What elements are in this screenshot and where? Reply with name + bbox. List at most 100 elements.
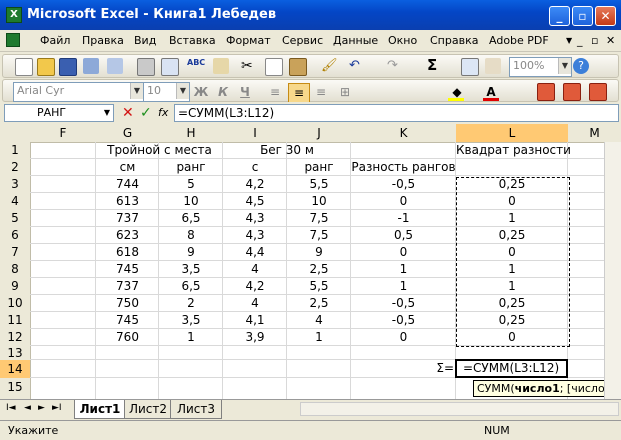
bold-button[interactable]: Ж <box>191 83 211 101</box>
header-triple-jump[interactable]: Тройной с места <box>96 142 223 159</box>
cell-j9[interactable]: 5,5 <box>287 278 351 295</box>
row-header-7[interactable]: 7 <box>0 244 31 262</box>
zoom-select[interactable]: 100% ▼ <box>509 57 572 77</box>
pdf-email-icon[interactable] <box>563 83 581 101</box>
cell-i6[interactable]: 4,3 <box>223 227 287 244</box>
cell-k4[interactable]: 0 <box>351 193 456 210</box>
menu-adobe-pdf[interactable]: Adobe PDF <box>489 34 549 47</box>
cell-i10[interactable]: 4 <box>223 295 287 312</box>
doc-restore-button[interactable]: ▫ <box>591 34 598 47</box>
column-header-k[interactable]: K <box>351 124 457 143</box>
cell-h11[interactable]: 3,5 <box>159 312 223 329</box>
cell-h7[interactable]: 9 <box>159 244 223 261</box>
chevron-down-icon[interactable]: ▼ <box>130 83 143 99</box>
align-left-icon[interactable]: ≡ <box>265 83 285 101</box>
menu-view[interactable]: Вид <box>134 34 156 47</box>
cell-j6[interactable]: 7,5 <box>287 227 351 244</box>
row-header-9[interactable]: 9 <box>0 278 31 296</box>
help-icon[interactable]: ? <box>573 58 589 74</box>
font-size-select[interactable]: 10 ▼ <box>143 82 190 102</box>
research-icon[interactable] <box>213 58 229 74</box>
cell-h8[interactable]: 3,5 <box>159 261 223 278</box>
cell-j8[interactable]: 2,5 <box>287 261 351 278</box>
header-seconds[interactable]: с <box>223 159 287 176</box>
menu-edit[interactable]: Правка <box>82 34 124 47</box>
format-painter-icon[interactable]: 🖌 <box>321 58 338 74</box>
cell-j12[interactable]: 1 <box>287 329 351 346</box>
cell-k7[interactable]: 0 <box>351 244 456 261</box>
tooltip-arg1[interactable]: число1 <box>515 382 560 395</box>
row-header-11[interactable]: 11 <box>0 312 31 330</box>
insert-function-icon[interactable]: fx <box>158 106 168 119</box>
new-icon[interactable] <box>15 58 33 76</box>
active-cell-editor[interactable]: =СУММ(L3:L12) <box>455 359 568 378</box>
maximize-button[interactable]: ▫ <box>572 6 593 26</box>
horizontal-scrollbar[interactable] <box>300 402 619 416</box>
cell-g9[interactable]: 737 <box>96 278 159 295</box>
name-box[interactable]: РАНГ ▼ <box>4 104 114 122</box>
cell-i4[interactable]: 4,5 <box>223 193 287 210</box>
align-right-icon[interactable]: ≡ <box>311 83 331 101</box>
tab-sheet2[interactable]: Лист2 <box>124 400 172 419</box>
column-header-i[interactable]: I <box>223 124 288 143</box>
cell-g10[interactable]: 750 <box>96 295 159 312</box>
vertical-scrollbar[interactable] <box>604 142 621 399</box>
select-all-corner[interactable] <box>0 124 31 143</box>
menu-format[interactable]: Формат <box>226 34 271 47</box>
header-rank-1[interactable]: ранг <box>159 159 223 176</box>
undo-icon[interactable]: ↶ <box>349 58 365 74</box>
email-icon[interactable] <box>107 58 123 74</box>
close-button[interactable]: ✕ <box>595 6 616 26</box>
menu-tools[interactable]: Сервис <box>282 34 323 47</box>
next-sheet-button[interactable]: ► <box>38 403 45 413</box>
column-header-l[interactable]: L <box>456 124 569 143</box>
prev-sheet-button[interactable]: ◄ <box>24 403 31 413</box>
menu-data[interactable]: Данные <box>333 34 378 47</box>
chevron-down-icon[interactable]: ▼ <box>101 105 113 121</box>
tab-sheet1[interactable]: Лист1 <box>74 400 126 419</box>
menu-file[interactable]: Файл <box>40 34 70 47</box>
cell-j11[interactable]: 4 <box>287 312 351 329</box>
autosum-icon[interactable]: Σ <box>427 57 443 73</box>
permission-icon[interactable] <box>83 58 99 74</box>
cut-icon[interactable]: ✂ <box>241 58 257 74</box>
sigma-label[interactable]: Σ= <box>420 360 454 377</box>
cell-g7[interactable]: 618 <box>96 244 159 261</box>
merge-center-icon[interactable]: ⊞ <box>335 83 355 101</box>
column-header-f[interactable]: F <box>30 124 97 143</box>
cell-h3[interactable]: 5 <box>159 176 223 193</box>
row-header-15[interactable]: 15 <box>0 378 31 399</box>
doc-close-button[interactable]: ✕ <box>606 34 615 47</box>
cell-h12[interactable]: 1 <box>159 329 223 346</box>
excel-app-icon[interactable]: X <box>6 7 22 23</box>
print-preview-icon[interactable] <box>161 58 179 76</box>
pdf-convert-icon[interactable] <box>537 83 555 101</box>
row-header-10[interactable]: 10 <box>0 295 31 313</box>
cell-g5[interactable]: 737 <box>96 210 159 227</box>
cell-g6[interactable]: 623 <box>96 227 159 244</box>
spelling-icon[interactable]: ABC <box>187 58 205 74</box>
row-header-3[interactable]: 3 <box>0 176 31 194</box>
cell-j10[interactable]: 2,5 <box>287 295 351 312</box>
drawing-icon[interactable] <box>485 58 501 74</box>
menu-window[interactable]: Окно <box>388 34 417 47</box>
doc-minimize-button[interactable]: _ <box>577 34 583 47</box>
help-dropdown-icon[interactable]: ▼ <box>566 36 572 45</box>
tooltip-function[interactable]: СУММ( <box>477 382 515 395</box>
cell-i11[interactable]: 4,1 <box>223 312 287 329</box>
first-sheet-button[interactable]: I◄ <box>6 403 16 413</box>
column-header-g[interactable]: G <box>96 124 160 143</box>
row-header-14[interactable]: 14 <box>0 360 31 379</box>
cell-h10[interactable]: 2 <box>159 295 223 312</box>
cell-k12[interactable]: 0 <box>351 329 456 346</box>
cell-g12[interactable]: 760 <box>96 329 159 346</box>
cancel-icon[interactable]: ✕ <box>122 105 134 121</box>
save-icon[interactable] <box>59 58 77 76</box>
cell-h9[interactable]: 6,5 <box>159 278 223 295</box>
cell-h6[interactable]: 8 <box>159 227 223 244</box>
cell-g4[interactable]: 613 <box>96 193 159 210</box>
formula-input[interactable]: =СУММ(L3:L12) <box>174 104 619 122</box>
print-icon[interactable] <box>137 58 155 76</box>
row-header-2[interactable]: 2 <box>0 159 31 177</box>
cell-k11[interactable]: -0,5 <box>351 312 456 329</box>
